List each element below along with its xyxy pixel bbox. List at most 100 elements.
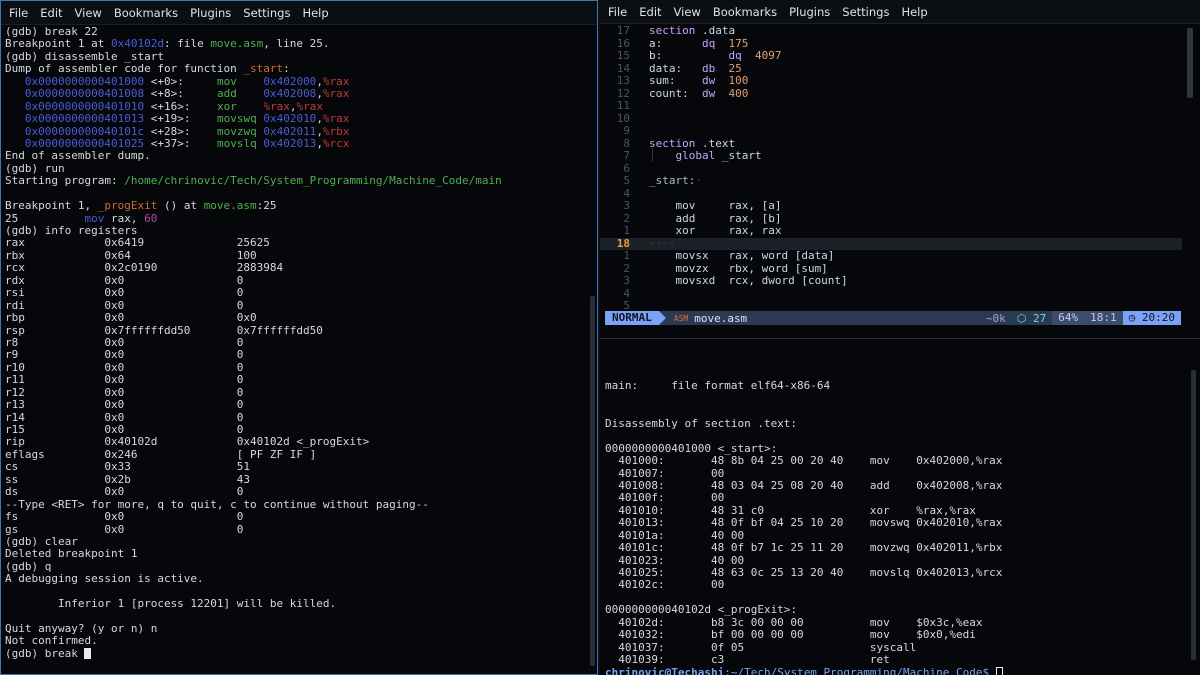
terminal-text: eflags 0x246 [ PF ZF IF ] (5, 448, 317, 461)
terminal-line: rax 0x6419 25625 (5, 237, 585, 249)
editor-line[interactable]: 1 xor rax, rax (600, 224, 1182, 238)
filetype-icon: ASM (673, 313, 689, 323)
gdb-terminal-pane[interactable]: File Edit View Bookmarks Plugins Setting… (0, 0, 598, 675)
editor-line[interactable]: 7 │ global _start (600, 149, 1182, 163)
right-scrollbar[interactable] (1191, 370, 1196, 660)
code-editor[interactable]: 17 section .data 16 a: dq 175 15 b: dq 4097 14… (600, 24, 1200, 312)
terminal-text: Quit anyway? (y or n) n (5, 623, 158, 635)
menu-plugins[interactable]: Plugins (184, 6, 237, 20)
terminal-text: /home/chrinovic/Tech/System_Programming/… (124, 175, 502, 188)
terminal-text: , (316, 75, 323, 88)
diagnostics: ~0k (985, 311, 1006, 325)
terminal-text: 0x402011 (263, 125, 317, 138)
terminal-text: , (316, 113, 323, 126)
terminal-text: 0x40102d (110, 38, 164, 51)
menu-settings[interactable]: Settings (836, 5, 895, 19)
terminal-text: rdi 0x0 0 (5, 299, 244, 312)
terminal-text: End of assembler dump. (5, 150, 151, 163)
terminal-line: --Type <RET> for more, q to quit, c to c… (5, 499, 585, 511)
terminal-line: 0x0000000000401013 <+19>: movswq 0x40201… (5, 113, 585, 125)
menu-view[interactable]: View (69, 6, 108, 20)
editor-line[interactable]: 12 count: dw 400 (600, 87, 1182, 101)
terminal-text: rbx 0x64 100 (5, 249, 257, 262)
terminal-text: (gdb) info registers (5, 225, 138, 237)
terminal-line: Inferior 1 [process 12201] will be kille… (5, 598, 585, 610)
terminal-line: 0000000000401000 <_start>: (605, 442, 778, 455)
terminal-text: 0x0000000000401010 (24, 100, 145, 113)
terminal-line: rip 0x40102d 0x40102d <_progExit> (5, 436, 585, 448)
terminal-cursor (84, 647, 92, 659)
editor-line[interactable]: 5 _start:⋅ (600, 174, 1182, 188)
editor-line[interactable]: 11 (600, 99, 1182, 113)
shell-terminal-pane[interactable]: main: file format elf64-x86-64 Disassembl… (600, 338, 1200, 675)
editor-scrollbar[interactable] (1187, 28, 1193, 98)
code-token: db (701, 61, 716, 75)
menu-file[interactable]: File (602, 5, 633, 19)
terminal-text: move.asm (210, 38, 264, 51)
terminal-line: End of assembler dump. (5, 150, 585, 162)
menu-settings[interactable]: Settings (237, 6, 296, 20)
terminal-text: movslq (216, 137, 257, 150)
code-text: count: dw 400 (649, 87, 748, 101)
terminal-line: r9 0x0 0 (5, 349, 585, 361)
terminal-text: rcx 0x2c0190 2883984 (5, 262, 284, 275)
code-token: .data (701, 24, 736, 37)
terminal-line: 40102d: b8 3c 00 00 00 mov $0x3c,%eax (605, 616, 983, 629)
terminal-text: : file (163, 38, 211, 51)
code-token: 100 (728, 74, 749, 87)
left-scrollbar[interactable] (590, 296, 595, 666)
terminal-text: 0x0000000000401000 (24, 75, 145, 88)
terminal-text: rsi 0x0 0 (5, 287, 244, 300)
terminal-text: 0x402008 (263, 88, 317, 101)
terminal-line: r12 0x0 0 (5, 387, 585, 399)
terminal-text: fs 0x0 0 (5, 511, 244, 524)
code-token: mov rax, [a] (649, 199, 782, 212)
gdb-output[interactable]: (gdb) break 22 Breakpoint 1 at 0x40102d: … (5, 26, 585, 660)
terminal-text: <+0>: (144, 75, 217, 88)
cursor-position: 18:1 (1084, 311, 1123, 325)
editor-line[interactable]: 3 movsxd rcx, dword [count] (600, 274, 1182, 288)
menu-plugins[interactable]: Plugins (783, 5, 836, 19)
menu-help[interactable]: Help (296, 6, 334, 20)
prompt-user: chrinovic@Techashi (605, 666, 725, 675)
terminal-text: %rax (296, 100, 323, 113)
code-token: _start: (649, 174, 696, 187)
shell-prompt[interactable]: chrinovic@Techashi:~/Tech/System_Program… (605, 666, 1186, 675)
terminal-text: , (316, 88, 323, 101)
menu-view[interactable]: View (668, 5, 707, 19)
menu-edit[interactable]: Edit (34, 6, 68, 20)
terminal-text: : (283, 63, 290, 76)
terminal-text: %rax (322, 88, 350, 101)
menu-file[interactable]: File (3, 6, 34, 20)
terminal-text: () at (157, 200, 204, 213)
terminal-text: (gdb) disassemble _start (5, 50, 164, 63)
editor-line[interactable]: 10 (600, 112, 1182, 126)
file-name: move.asm (694, 311, 748, 325)
terminal-line: main: file format elf64-x86-64 (605, 380, 831, 393)
terminal-text: r8 0x0 0 (5, 336, 244, 349)
editor-pane[interactable]: File Edit View Bookmarks Plugins Setting… (600, 0, 1200, 338)
terminal-text: rbp 0x0 0x0 (5, 312, 257, 325)
terminal-text: <+37>: (144, 137, 217, 150)
terminal-text: Deleted breakpoint 1 (5, 548, 138, 561)
menu-edit[interactable]: Edit (633, 5, 667, 19)
terminal-line: gs 0x0 0 (5, 524, 585, 536)
terminal-text: 60 (144, 212, 158, 225)
terminal-line: r11 0x0 0 (5, 374, 585, 386)
terminal-text: , (316, 137, 323, 150)
menu-help[interactable]: Help (895, 5, 933, 19)
line-number: 13 (616, 74, 630, 87)
terminal-line: r10 0x0 0 (5, 362, 585, 374)
menu-bookmarks[interactable]: Bookmarks (707, 5, 783, 19)
terminal-line: 40101c: 48 0f b7 1c 25 11 20 movzwq 0x40… (605, 542, 1003, 555)
menu-bookmarks[interactable]: Bookmarks (108, 6, 184, 20)
objdump-output[interactable]: main: file format elf64-x86-64 Disassembl… (605, 368, 1186, 675)
editor-line[interactable]: 4 (600, 287, 1182, 301)
